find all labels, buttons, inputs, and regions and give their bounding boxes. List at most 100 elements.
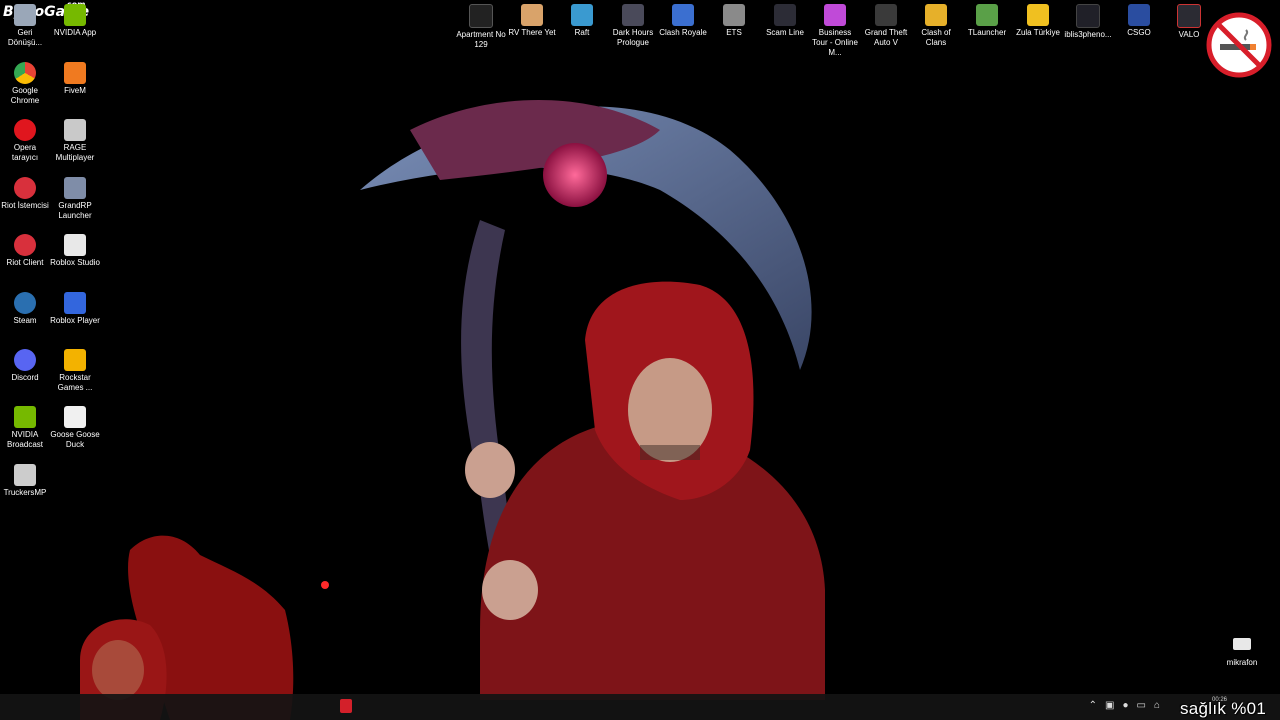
icon-label: Apartment No 129 xyxy=(456,30,506,49)
desktop-icon-mikrafon[interactable]: mikrafon xyxy=(1218,638,1266,667)
icon-label: NVIDIA Broadcast xyxy=(6,430,44,449)
desktop-icon-ets[interactable]: ETS xyxy=(709,4,759,38)
icon-label: Riot İstemcisi xyxy=(1,201,49,210)
icon-label: Geri Dönüşü... xyxy=(7,28,43,47)
wallpaper-image xyxy=(360,100,825,700)
taskbar: ⌃ ▣ ● ▭ ⌂ xyxy=(0,694,1280,720)
icon-label: Steam xyxy=(13,316,37,325)
desktop-icon-rage[interactable]: RAGE Multiplayer xyxy=(50,119,100,163)
clash-royale-icon xyxy=(672,4,694,26)
desktop-icon-opera[interactable]: Opera tarayıcı xyxy=(0,119,50,163)
tlauncher-icon xyxy=(976,4,998,26)
network-icon[interactable]: ⌂ xyxy=(1154,700,1160,711)
desktop-icon-iblis3pheno[interactable]: iblis3pheno... xyxy=(1063,4,1113,40)
iblis-icon xyxy=(1076,4,1100,28)
business-tour-icon xyxy=(824,4,846,26)
desktop-icon-goose-goose-duck[interactable]: Goose Goose Duck xyxy=(50,406,100,450)
icon-label: Roblox Player xyxy=(50,316,100,325)
riot-client-icon xyxy=(14,234,36,256)
zula-icon xyxy=(1027,4,1049,26)
desktop-icon-csgo[interactable]: CSGO xyxy=(1114,4,1164,38)
desktop[interactable]: ByNoGame .com Geri Dönüşü... NVIDIA App … xyxy=(0,0,1280,720)
desktop-icon-nvidia-broadcast[interactable]: NVIDIA Broadcast xyxy=(0,406,50,450)
truckersmp-icon xyxy=(14,464,36,486)
dark-hours-icon xyxy=(622,4,644,26)
roblox-player-icon xyxy=(64,292,86,314)
icon-label: NVIDIA App xyxy=(53,28,97,37)
steam-icon xyxy=(14,292,36,314)
gta-icon xyxy=(875,4,897,26)
desktop-icon-clash-of-clans[interactable]: Clash of Clans xyxy=(911,4,961,48)
overlay-health-text: sağlık %01 xyxy=(1180,699,1267,718)
nvidia-broadcast-icon xyxy=(14,406,36,428)
icon-label: Rockstar Games ... xyxy=(57,373,93,392)
icon-label: Riot Client xyxy=(6,258,44,267)
icon-label: Discord xyxy=(11,373,39,382)
desktop-icon-fivem[interactable]: FiveM xyxy=(50,62,100,96)
icon-label: Roblox Studio xyxy=(50,258,100,267)
grandrp-icon xyxy=(64,177,86,199)
rage-icon xyxy=(64,119,86,141)
system-tray: ⌃ ▣ ● ▭ ⌂ xyxy=(1089,700,1160,711)
icon-label: Business Tour - Online M... xyxy=(812,28,858,57)
chevron-up-icon[interactable]: ⌃ xyxy=(1089,700,1097,711)
fivem-icon xyxy=(64,62,86,84)
goose-icon xyxy=(64,406,86,428)
roblox-studio-icon xyxy=(64,234,86,256)
icon-label: ETS xyxy=(726,28,742,37)
icon-label: Raft xyxy=(574,28,590,37)
scam-line-icon xyxy=(774,4,796,26)
icon-label: iblis3pheno... xyxy=(1064,30,1112,39)
desktop-icon-dark-hours[interactable]: Dark Hours Prologue xyxy=(608,4,658,48)
desktop-icon-recycle-bin[interactable]: Geri Dönüşü... xyxy=(0,4,50,48)
icon-label: RAGE Multiplayer xyxy=(55,143,95,162)
desktop-icon-discord[interactable]: Discord xyxy=(0,349,50,383)
no-smoking-icon xyxy=(1206,12,1272,78)
icon-label: Grand Theft Auto V xyxy=(864,28,908,47)
icon-label: Clash Royale xyxy=(659,28,707,37)
icon-label: TruckersMP xyxy=(3,488,47,497)
riot-icon xyxy=(14,177,36,199)
icon-label: TLauncher xyxy=(967,28,1007,37)
desktop-icon-riot-client[interactable]: Riot Client xyxy=(0,234,50,268)
camera-icon[interactable]: ▣ xyxy=(1105,700,1114,711)
microphone-icon xyxy=(1233,638,1251,650)
desktop-icon-clash-royale[interactable]: Clash Royale xyxy=(658,4,708,38)
taskbar-app-icon[interactable] xyxy=(340,699,352,713)
icon-label: Google Chrome xyxy=(10,86,40,105)
desktop-icon-nvidia-app[interactable]: NVIDIA App xyxy=(50,4,100,38)
recycle-bin-icon xyxy=(14,4,36,26)
desktop-icon-chrome[interactable]: Google Chrome xyxy=(0,62,50,106)
desktop-icon-apartment-no-129[interactable]: Apartment No 129 xyxy=(456,4,506,50)
desktop-icon-riot-istemcisi[interactable]: Riot İstemcisi xyxy=(0,177,50,211)
icon-label: Scam Line xyxy=(766,28,804,37)
icon-label: Clash of Clans xyxy=(921,28,951,47)
opera-icon xyxy=(14,119,36,141)
ets-icon xyxy=(723,4,745,26)
webcam-overlay xyxy=(80,535,329,720)
desktop-icon-roblox-studio[interactable]: Roblox Studio xyxy=(50,234,100,268)
icon-label: CSGO xyxy=(1127,28,1151,37)
desktop-icon-business-tour[interactable]: Business Tour - Online M... xyxy=(810,4,860,58)
microphone-tray-icon[interactable]: ● xyxy=(1122,700,1128,711)
display-icon[interactable]: ▭ xyxy=(1137,700,1146,711)
icon-label: RV There Yet xyxy=(508,28,556,37)
raft-icon xyxy=(571,4,593,26)
icon-label: mikrafon xyxy=(1226,658,1258,667)
icon-label: Opera tarayıcı xyxy=(11,143,39,162)
rockstar-icon xyxy=(64,349,86,371)
chrome-icon xyxy=(14,62,36,84)
desktop-icon-grandrp[interactable]: GrandRP Launcher xyxy=(50,177,100,221)
desktop-icon-scam-line[interactable]: Scam Line xyxy=(760,4,810,38)
desktop-icon-rockstar[interactable]: Rockstar Games ... xyxy=(50,349,100,393)
desktop-icon-roblox-player[interactable]: Roblox Player xyxy=(50,292,100,326)
desktop-icon-gta-v[interactable]: Grand Theft Auto V xyxy=(861,4,911,48)
icon-label: FiveM xyxy=(64,86,86,95)
desktop-icon-raft[interactable]: Raft xyxy=(557,4,607,38)
desktop-icon-rv-there-yet[interactable]: RV There Yet xyxy=(507,4,557,38)
valorant-icon xyxy=(1177,4,1201,28)
desktop-icon-steam[interactable]: Steam xyxy=(0,292,50,326)
desktop-icon-tlauncher[interactable]: TLauncher xyxy=(962,4,1012,38)
desktop-icon-truckersmp[interactable]: TruckersMP xyxy=(0,464,50,498)
desktop-icon-zula[interactable]: Zula Türkiye xyxy=(1013,4,1063,38)
